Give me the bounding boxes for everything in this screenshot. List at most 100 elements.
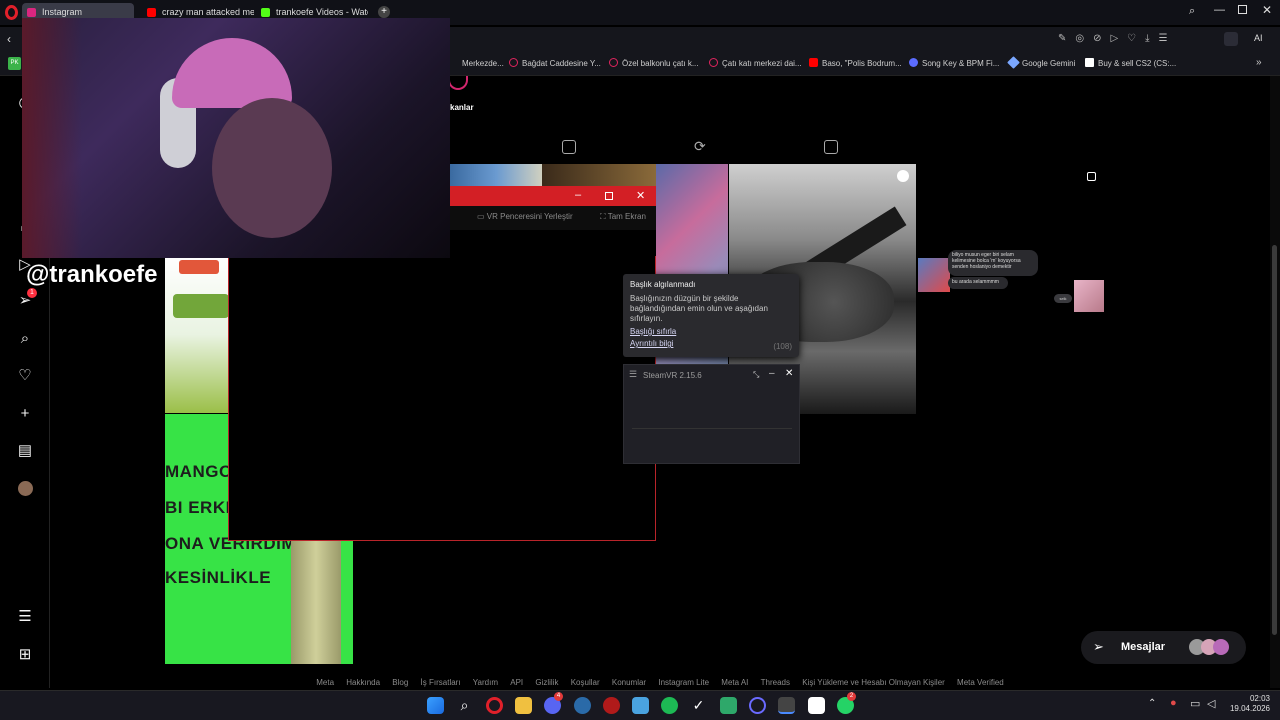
footer-link[interactable]: Meta Verified — [957, 678, 1004, 687]
fullscreen-label: Tam Ekran — [607, 212, 646, 221]
steamvr-pin-icon[interactable]: ⤡ — [753, 370, 759, 380]
footer-link[interactable]: API — [510, 678, 523, 687]
footer-link[interactable]: Konumlar — [612, 678, 646, 687]
back-icon[interactable]: ‹ — [7, 32, 11, 46]
maximize-icon[interactable] — [605, 192, 613, 200]
minimize-window-button[interactable]: — — [1214, 4, 1225, 16]
bookmark-item[interactable]: Song Key & BPM Fi... — [909, 58, 999, 68]
app-icon[interactable] — [749, 697, 766, 714]
notepad-icon[interactable] — [632, 697, 649, 714]
footer-link[interactable]: Blog — [392, 678, 408, 687]
extensions-icon[interactable] — [1224, 32, 1238, 46]
post-tile-chat[interactable]: biliyo musun eger biri selam kelimesine … — [916, 164, 1104, 414]
display-icon[interactable]: ▭ — [1190, 697, 1200, 710]
opera-logo-icon[interactable] — [5, 5, 18, 20]
footer-link[interactable]: Meta AI — [721, 678, 748, 687]
error-code: (108) — [773, 342, 792, 351]
discord-icon[interactable]: 4 — [544, 692, 563, 714]
windows-taskbar: ⌕ 4 ✓ 2 ⌃ ● ▭ ◁ 02:03 19.04.2026 — [0, 690, 1280, 720]
menu-icon[interactable]: ☰ — [16, 608, 34, 626]
footer-link[interactable]: Instagram Lite — [658, 678, 709, 687]
post-tile-street[interactable] — [450, 164, 542, 186]
footer-link[interactable]: Koşullar — [571, 678, 600, 687]
bookmark-item[interactable]: Baso, "Polis Bodrum... — [809, 58, 902, 68]
threads-icon[interactable]: ⊞ — [16, 646, 34, 664]
reset-headset-link[interactable]: Başlığı sıfırla — [630, 327, 792, 336]
bookmark-item[interactable]: Merkezde... — [449, 58, 504, 68]
footer-link[interactable]: Gizlilik — [535, 678, 558, 687]
footer-link[interactable]: Yardım — [473, 678, 498, 687]
bookmark-item[interactable]: Özel balkonlu çatı k... — [609, 58, 698, 68]
airbnb-icon — [609, 58, 618, 67]
app-icon[interactable] — [720, 697, 737, 714]
explore-icon[interactable]: ➢ 1 — [16, 288, 37, 310]
steamvr-window: ☰ SteamVR 2.15.6 ⤡ – ✕ — [623, 364, 800, 464]
tab-tagged[interactable] — [824, 140, 838, 154]
post-tile-fuse-tea[interactable] — [165, 256, 231, 413]
ai-button[interactable]: AI — [1254, 33, 1263, 43]
spotify-icon[interactable] — [661, 697, 678, 714]
dashboard-icon[interactable]: ▤ — [16, 442, 34, 460]
whatsapp-badge: 2 — [847, 692, 856, 701]
search-tabs-icon[interactable]: ⌕ — [1189, 5, 1195, 18]
heart-icon[interactable]: ♡ — [16, 367, 34, 385]
plus-icon[interactable]: + — [378, 6, 390, 18]
chat-avatar-left — [918, 258, 950, 292]
footer-link[interactable]: Kişi Yükleme ve Hesabı Olmayan Kişiler — [802, 678, 945, 687]
mirror-vr-button[interactable]: ▭ VR Penceresini Yerleştir — [477, 212, 573, 221]
chat-reply: selk — [1054, 294, 1072, 303]
avatar — [1213, 639, 1229, 655]
search-icon[interactable]: ⌕ — [456, 697, 473, 714]
tray-chevron-icon[interactable]: ⌃ — [1148, 698, 1156, 709]
fullscreen-button[interactable]: ⛶ Tam Ekran — [600, 212, 646, 222]
bookmark-item[interactable]: Google Gemini — [1007, 56, 1075, 69]
minimize-icon[interactable]: – — [575, 189, 581, 201]
bottle-shape — [291, 534, 341, 664]
app-icon[interactable] — [808, 697, 825, 714]
bookmark-item[interactable]: Bağdat Caddesine Y... — [509, 58, 601, 68]
footer-link[interactable]: Hakkında — [346, 678, 380, 687]
steamvr-menu-icon[interactable]: ☰ — [629, 369, 637, 380]
bookmark-item[interactable]: Buy & sell CS2 (CS:... — [1085, 58, 1176, 68]
app-icon[interactable] — [574, 697, 591, 714]
notification-badge: 1 — [27, 288, 37, 298]
footer-link[interactable]: İş Fırsatları — [421, 678, 461, 687]
post-tile-food[interactable] — [542, 164, 656, 186]
footer-link[interactable]: Threads — [761, 678, 790, 687]
microphone-icon[interactable]: ● — [1170, 697, 1177, 709]
gemini-icon — [1007, 56, 1020, 69]
volume-icon[interactable]: ◁ — [1207, 697, 1215, 710]
scrollbar-thumb[interactable] — [1272, 245, 1277, 635]
create-plus-icon[interactable]: + — [16, 405, 34, 423]
search-icon[interactable]: ⌕ — [16, 330, 34, 348]
file-explorer-icon[interactable] — [515, 697, 532, 714]
app-icon[interactable] — [603, 697, 620, 714]
mango-text-line: KESİNLİKLE — [165, 568, 272, 587]
messages-button[interactable]: ➢ Mesajlar — [1081, 631, 1246, 664]
steamvr-minimize-icon[interactable]: – — [769, 368, 775, 379]
close-window-button[interactable]: ✕ — [1262, 3, 1272, 17]
skinport-icon — [1085, 58, 1094, 67]
footer-link[interactable]: Meta — [316, 678, 334, 687]
steamvr-app-icon[interactable] — [778, 697, 795, 714]
restore-window-button[interactable] — [1238, 5, 1247, 14]
whatsapp-icon[interactable]: 2 — [837, 692, 856, 714]
tab-reels[interactable] — [562, 140, 576, 154]
steamvr-close-icon[interactable]: ✕ — [785, 368, 793, 379]
windows-start-icon[interactable] — [427, 697, 444, 714]
system-clock[interactable]: 02:03 19.04.2026 — [1230, 694, 1270, 714]
close-icon[interactable]: ✕ — [636, 189, 645, 202]
bookmarks-overflow-icon[interactable]: » — [1256, 57, 1262, 68]
bookmark-item[interactable]: Çatı katı merkezi dai... — [709, 58, 802, 68]
tab-label: Instagram — [42, 7, 83, 17]
opera-icon[interactable] — [486, 697, 503, 714]
bookmark-label: Özel balkonlu çatı k... — [622, 59, 699, 68]
pk-app-icon[interactable]: PK — [8, 57, 21, 70]
airbnb-icon — [509, 58, 518, 67]
tab-reposts[interactable]: ⟳ — [694, 138, 706, 155]
instagram-icon — [27, 8, 36, 17]
bookmark-label: Buy & sell CS2 (CS:... — [1098, 59, 1177, 68]
profile-avatar[interactable] — [16, 480, 34, 498]
steam-icon[interactable]: ✓ — [690, 697, 707, 714]
more-info-link[interactable]: Ayrıntılı bilgi — [630, 339, 792, 348]
